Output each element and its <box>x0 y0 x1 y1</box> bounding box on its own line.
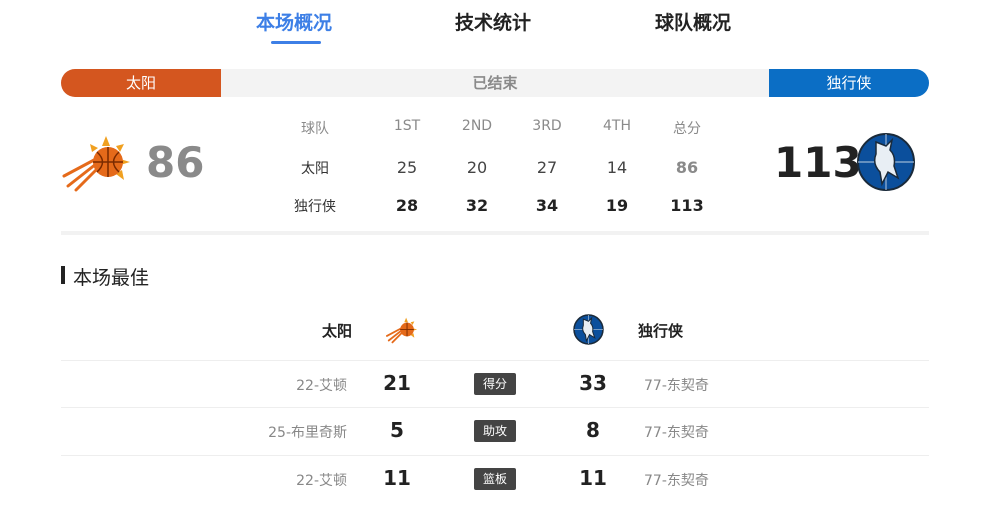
home-total: 86 <box>675 158 699 177</box>
home-player-name: 22-艾顿 <box>296 378 347 394</box>
best-players-title: 本场最佳 <box>61 263 149 290</box>
away-q3: 34 <box>535 196 559 215</box>
best-away-team: 独行侠 <box>638 322 684 340</box>
header-q3: 3RD <box>532 118 562 134</box>
home-team-label: 太阳 <box>61 69 221 97</box>
stat-badge: 得分 <box>474 373 516 395</box>
away-q4: 19 <box>605 196 629 215</box>
away-player-name: 77-东契奇 <box>644 378 709 394</box>
away-player-value: 11 <box>579 466 607 490</box>
home-player-value: 11 <box>383 466 411 490</box>
header-total: 总分 <box>673 121 701 137</box>
best-row-points: 22-艾顿 21 得分 33 77-东契奇 <box>61 360 929 407</box>
away-player-name: 77-东契奇 <box>644 473 709 489</box>
header-q4: 4TH <box>603 118 631 134</box>
header-q2: 2ND <box>461 118 493 134</box>
stat-badge: 篮板 <box>474 468 516 490</box>
home-big-score: 86 <box>146 138 205 187</box>
tab-tech-stats[interactable]: 技术统计 <box>455 8 531 35</box>
suns-logo-icon <box>62 134 132 196</box>
home-player-value: 21 <box>383 371 411 395</box>
section-divider <box>61 231 929 235</box>
home-player-value: 5 <box>390 418 404 442</box>
quarter-score-table: 球队 1ST 2ND 3RD 4TH 总分 太阳 25 20 27 14 86 … <box>280 116 720 230</box>
game-state: 已结束 <box>472 74 518 92</box>
away-big-score: 113 <box>774 138 862 187</box>
away-team-cell: 独行侠 <box>294 199 336 215</box>
home-player-name: 22-艾顿 <box>296 473 347 489</box>
home-q2: 20 <box>466 158 488 177</box>
home-quarter-row: 太阳 25 20 27 14 86 <box>280 154 720 192</box>
game-status-bar: 太阳 已结束 独行侠 <box>61 69 929 97</box>
tab-bar: 本场概况 技术统计 球队概况 <box>0 0 1000 46</box>
home-player-name: 25-布里奇斯 <box>268 425 347 441</box>
home-q1: 25 <box>396 158 418 177</box>
suns-small-logo-icon <box>386 316 418 348</box>
home-team-cell: 太阳 <box>301 161 329 177</box>
mavericks-logo-icon <box>856 132 916 196</box>
away-team-label: 独行侠 <box>769 69 929 97</box>
home-q3: 27 <box>536 158 558 177</box>
away-total: 113 <box>670 196 704 215</box>
away-q2: 32 <box>465 196 489 215</box>
mavericks-small-logo-icon <box>573 314 604 349</box>
away-player-name: 77-东契奇 <box>644 425 709 441</box>
header-q1: 1ST <box>393 118 421 134</box>
away-player-value: 33 <box>579 371 607 395</box>
best-row-assists: 25-布里奇斯 5 助攻 8 77-东契奇 <box>61 407 929 454</box>
active-tab-indicator <box>271 41 321 44</box>
tab-team-overview[interactable]: 球队概况 <box>655 8 731 35</box>
header-team: 球队 <box>301 121 329 137</box>
quarter-table-header: 球队 1ST 2ND 3RD 4TH 总分 <box>280 116 720 154</box>
home-q4: 14 <box>606 158 628 177</box>
best-row-rebounds: 22-艾顿 11 篮板 11 77-东契奇 <box>61 455 929 502</box>
best-home-team: 太阳 <box>321 322 352 340</box>
away-quarter-row: 独行侠 28 32 34 19 113 <box>280 192 720 230</box>
tab-game-overview[interactable]: 本场概况 <box>256 8 332 35</box>
stat-badge: 助攻 <box>474 420 516 442</box>
away-player-value: 8 <box>586 418 600 442</box>
away-q1: 28 <box>395 196 419 215</box>
